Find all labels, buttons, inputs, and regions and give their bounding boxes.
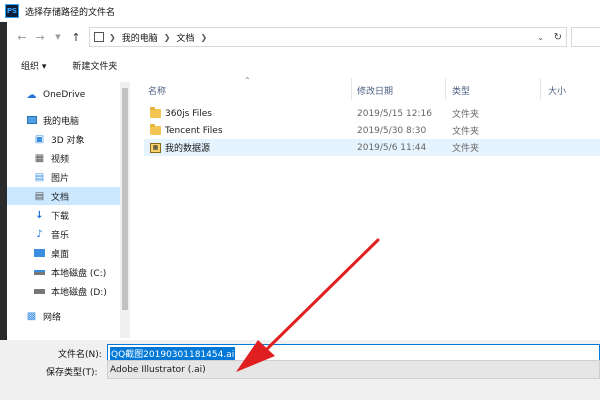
red-annotation-arrow bbox=[236, 238, 380, 372]
save-dialog-window: PS 选择存储路径的文件名 ← → ▼ ↑ ❯ 我的电脑 ❯ 文档 ❯ ⌄ ↻ … bbox=[0, 0, 600, 400]
annotation-arrow-shaft bbox=[266, 238, 380, 350]
